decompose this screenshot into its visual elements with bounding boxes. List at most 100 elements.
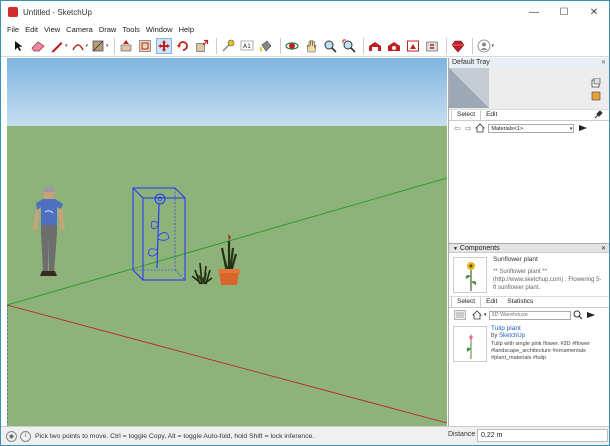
component-name: Sunflower plant bbox=[493, 256, 538, 263]
tape-measure-tool-button[interactable] bbox=[220, 38, 236, 54]
components-tab-statistics[interactable]: Statistics bbox=[502, 297, 538, 307]
title-bar: Untitled - SketchUp — ☐ ✕ bbox=[1, 1, 609, 23]
menu-window[interactable]: Window bbox=[146, 25, 173, 34]
geo-location-icon[interactable]: ◉ bbox=[6, 430, 17, 442]
zoom-extents-tool-button[interactable] bbox=[341, 38, 357, 54]
eraser-icon bbox=[31, 40, 45, 51]
maximize-button[interactable]: ☐ bbox=[549, 1, 579, 23]
ruby-gem-icon bbox=[451, 40, 464, 52]
tape-measure-icon bbox=[222, 39, 234, 52]
details-arrow-icon[interactable] bbox=[578, 123, 588, 133]
toolbar-separator bbox=[215, 37, 217, 54]
status-bar: ◉ i Pick two points to move. Ctrl = togg… bbox=[1, 426, 609, 445]
result-title-link[interactable]: Tulip plant bbox=[491, 325, 521, 332]
home-icon[interactable] bbox=[475, 123, 486, 133]
materials-collection-value: Materials<1> bbox=[491, 125, 524, 132]
collapse-triangle-icon: ▼ bbox=[453, 246, 458, 252]
menu-help[interactable]: Help bbox=[179, 25, 194, 34]
main-toolbar: ▾ ▾ ▾ A1 ▾ bbox=[1, 35, 609, 57]
shape-tool-button[interactable] bbox=[90, 38, 106, 54]
tulip-thumbnail-icon bbox=[466, 334, 474, 359]
warehouse-icon bbox=[368, 41, 381, 51]
profile-button[interactable] bbox=[476, 38, 492, 54]
result-author-line: by SketchUp bbox=[491, 333, 525, 339]
materials-tab-select[interactable]: Select bbox=[451, 109, 482, 120]
components-tab-select[interactable]: Select bbox=[451, 296, 482, 307]
scale-icon bbox=[195, 39, 208, 52]
menu-tools[interactable]: Tools bbox=[122, 25, 140, 34]
hand-icon bbox=[306, 39, 316, 52]
line-tool-dropdown-icon[interactable]: ▾ bbox=[65, 43, 68, 49]
search-result-item[interactable]: Tulip plant by SketchUp Tulip with singl… bbox=[449, 324, 609, 368]
menu-file[interactable]: File bbox=[7, 25, 19, 34]
extension-manager-button[interactable] bbox=[424, 38, 440, 54]
menu-camera[interactable]: Camera bbox=[66, 25, 93, 34]
svg-text:A1: A1 bbox=[243, 43, 251, 50]
rotate-tool-button[interactable] bbox=[175, 38, 191, 54]
component-thumbnail bbox=[453, 257, 487, 293]
forward-arrow-icon[interactable]: ⇨ bbox=[465, 124, 472, 133]
components-search-row: ▾ bbox=[449, 308, 609, 322]
rotate-icon bbox=[176, 40, 188, 51]
component-info: Sunflower plant ** Sunflower plant ** (h… bbox=[449, 253, 609, 297]
materials-tab-edit[interactable]: Edit bbox=[481, 110, 502, 120]
paint-bucket-tool-button[interactable] bbox=[258, 38, 274, 54]
eraser-tool-button[interactable] bbox=[30, 38, 46, 54]
materials-collection-select[interactable]: Materials<1> ▾ bbox=[488, 123, 575, 133]
select-tool-button[interactable] bbox=[11, 38, 27, 54]
create-material-icon[interactable] bbox=[591, 78, 601, 88]
arc-tool-dropdown-icon[interactable]: ▾ bbox=[86, 43, 89, 49]
sunflower-thumbnail-icon bbox=[465, 262, 477, 291]
component-description: ** Sunflower plant ** (http://www.sketch… bbox=[493, 269, 602, 291]
warehouse-search-input[interactable] bbox=[488, 310, 571, 320]
modeling-viewport[interactable] bbox=[7, 58, 447, 426]
material-preview bbox=[449, 68, 609, 110]
sketchup-window: Untitled - SketchUp — ☐ ✕ File Edit View… bbox=[0, 0, 610, 446]
send-to-layout-button[interactable] bbox=[405, 38, 421, 54]
pan-tool-button[interactable] bbox=[303, 38, 319, 54]
back-arrow-icon[interactable]: ⇦ bbox=[454, 124, 461, 133]
eyedropper-icon[interactable] bbox=[593, 109, 603, 119]
ruby-console-button[interactable] bbox=[450, 38, 466, 54]
view-options-icon[interactable] bbox=[454, 310, 466, 320]
details-arrow-icon[interactable] bbox=[586, 310, 596, 320]
3d-warehouse-button[interactable] bbox=[367, 38, 383, 54]
menu-edit[interactable]: Edit bbox=[25, 25, 38, 34]
profile-dropdown-icon[interactable]: ▾ bbox=[492, 43, 495, 49]
measurements-label: Distance bbox=[448, 431, 476, 438]
extension-warehouse-button[interactable] bbox=[386, 38, 402, 54]
menu-view[interactable]: View bbox=[44, 25, 60, 34]
components-header[interactable]: ▼ Components ✕ bbox=[449, 243, 609, 253]
materials-list bbox=[449, 135, 609, 243]
material-sample-icon[interactable] bbox=[591, 91, 601, 101]
menu-draw[interactable]: Draw bbox=[99, 25, 117, 34]
orbit-tool-button[interactable] bbox=[284, 38, 300, 54]
materials-nav: ⇦ ⇨ Materials<1> ▾ bbox=[449, 121, 609, 135]
orbit-icon bbox=[284, 41, 299, 50]
text-tool-button[interactable]: A1 bbox=[239, 38, 255, 54]
tray-close-icon[interactable]: ✕ bbox=[601, 59, 606, 66]
line-tool-button[interactable] bbox=[49, 38, 65, 54]
arc-icon bbox=[71, 43, 84, 50]
arc-tool-button[interactable] bbox=[70, 38, 86, 54]
move-arrows-icon bbox=[157, 39, 170, 52]
offset-tool-button[interactable] bbox=[137, 38, 153, 54]
measurements-box[interactable]: 0,22 m bbox=[477, 429, 608, 442]
shape-tool-dropdown-icon[interactable]: ▾ bbox=[106, 43, 109, 49]
components-tab-edit[interactable]: Edit bbox=[481, 297, 502, 307]
home-icon[interactable] bbox=[472, 310, 482, 320]
minimize-button[interactable]: — bbox=[519, 1, 549, 23]
push-pull-icon bbox=[120, 39, 131, 51]
scene-canvas[interactable] bbox=[7, 58, 447, 426]
zoom-tool-button[interactable] bbox=[322, 38, 338, 54]
close-button[interactable]: ✕ bbox=[579, 1, 609, 23]
instructor-info-icon[interactable]: i bbox=[20, 430, 31, 442]
move-tool-button[interactable] bbox=[155, 37, 172, 54]
user-profile-icon bbox=[477, 39, 490, 52]
search-icon[interactable] bbox=[573, 310, 583, 320]
toolbar-separator bbox=[362, 37, 364, 54]
push-pull-tool-button[interactable] bbox=[118, 38, 134, 54]
result-author-link[interactable]: SketchUp bbox=[499, 333, 525, 339]
chevron-down-icon[interactable]: ▾ bbox=[484, 312, 487, 318]
scale-tool-button[interactable] bbox=[194, 38, 210, 54]
